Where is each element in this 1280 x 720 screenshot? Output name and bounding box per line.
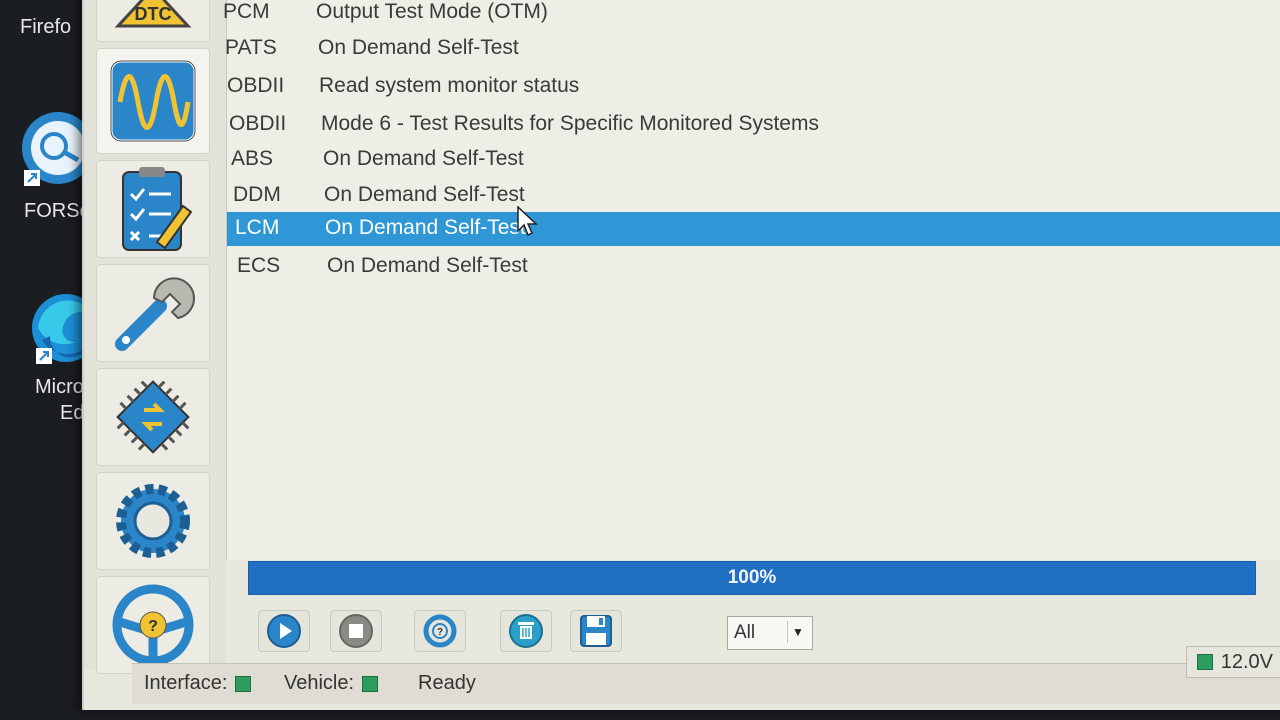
list-item-module: ECS xyxy=(237,254,281,277)
sidebar-item-programming[interactable] xyxy=(96,368,210,466)
dtc-icon-text: DTC xyxy=(135,4,172,24)
edge-icon xyxy=(32,294,100,364)
status-text: Ready xyxy=(418,672,476,694)
filter-select-value: All xyxy=(734,622,756,643)
interface-label: Interface: xyxy=(144,672,228,694)
oscilloscope-icon xyxy=(109,59,197,143)
status-bar: Interface: Vehicle: Ready 12.0V xyxy=(132,646,1280,704)
sidebar-item-service[interactable] xyxy=(96,264,210,362)
help-icon: ? xyxy=(423,614,457,648)
battery-voltage: 12.0V xyxy=(1185,646,1280,678)
list-item[interactable]: OBDII Mode 6 - Test Results for Specific… xyxy=(227,108,1280,142)
list-item-module: OBDII xyxy=(227,74,285,97)
wrench-icon xyxy=(115,277,195,351)
forscan-icon xyxy=(22,112,94,186)
mouse-cursor-icon xyxy=(517,206,538,237)
list-item-description: On Demand Self-Test xyxy=(323,147,524,170)
filter-select[interactable]: All ▼ xyxy=(727,616,813,650)
voltage-value: 12.0V xyxy=(1220,650,1273,673)
stop-icon xyxy=(339,614,373,648)
forscan-window: DTC ? PCM Output Test Mode (OTM) PATS On… xyxy=(82,0,1280,710)
voltage-status-led xyxy=(1196,654,1213,670)
chevron-down-icon[interactable]: ▼ xyxy=(787,621,808,643)
clear-button[interactable] xyxy=(500,610,552,652)
forscan-desktop-icon[interactable]: FORSca xyxy=(18,102,101,232)
sidebar-item-oscilloscope[interactable] xyxy=(96,48,210,154)
help-button[interactable]: ? xyxy=(414,610,466,652)
firefox-desktop-icon[interactable]: Firefo xyxy=(0,0,80,50)
list-item-module: PCM xyxy=(223,0,270,23)
stop-button[interactable] xyxy=(330,610,382,652)
interface-status-led xyxy=(235,675,252,692)
trash-icon xyxy=(509,614,543,648)
progress-bar: 100% xyxy=(248,561,1256,595)
test-list: PCM Output Test Mode (OTM) PATS On Deman… xyxy=(223,0,1280,560)
firefox-label: Firefo xyxy=(20,16,72,38)
sidebar-item-tests[interactable] xyxy=(96,160,210,258)
list-item-module: LCM xyxy=(235,216,280,239)
progress-label: 100% xyxy=(727,567,777,588)
run-button[interactable] xyxy=(258,610,310,652)
list-item-description: Mode 6 - Test Results for Specific Monit… xyxy=(321,112,819,135)
steering-wheel-help-icon: ? xyxy=(112,584,194,666)
list-item[interactable]: PATS On Demand Self-Test xyxy=(225,32,1280,66)
sidebar: DTC ? xyxy=(84,0,226,674)
chip-icon xyxy=(116,380,190,454)
save-button[interactable] xyxy=(570,610,622,652)
vehicle-status-led xyxy=(362,675,379,692)
play-icon xyxy=(267,614,301,648)
sidebar-item-configuration[interactable] xyxy=(96,472,210,570)
list-item[interactable]: ECS On Demand Self-Test xyxy=(227,250,1280,284)
list-item-description: Output Test Mode (OTM) xyxy=(316,0,548,23)
save-icon xyxy=(580,615,612,647)
sidebar-item-dtc[interactable]: DTC xyxy=(96,0,210,42)
list-item-description: Read system monitor status xyxy=(319,74,580,97)
list-item-selected[interactable]: LCM On Demand Self-Test xyxy=(227,212,1280,246)
list-item[interactable]: OBDII Read system monitor status xyxy=(227,70,1280,104)
list-item-description: On Demand Self-Test xyxy=(318,36,519,59)
list-item-description: On Demand Self-Test xyxy=(325,216,526,239)
edge-desktop-icon[interactable]: Microso Edge xyxy=(30,280,107,430)
list-item-module: DDM xyxy=(233,183,281,206)
svg-text:?: ? xyxy=(437,627,443,638)
list-item[interactable]: PCM Output Test Mode (OTM) xyxy=(223,0,1280,30)
list-item-module: OBDII xyxy=(229,112,287,135)
list-item-module: ABS xyxy=(231,147,274,170)
list-item[interactable]: DDM On Demand Self-Test xyxy=(227,179,1280,213)
svg-text:?: ? xyxy=(148,618,158,635)
dtc-icon: DTC xyxy=(114,0,192,28)
checklist-icon xyxy=(122,167,193,251)
list-item-description: On Demand Self-Test xyxy=(324,183,525,206)
sidebar-item-help[interactable]: ? xyxy=(96,576,210,674)
list-item-module: PATS xyxy=(225,36,277,59)
toolbar: ? All ▼ xyxy=(234,602,1280,654)
gear-icon xyxy=(116,484,190,558)
list-item[interactable]: ABS On Demand Self-Test xyxy=(227,143,1280,177)
list-item-description: On Demand Self-Test xyxy=(327,254,528,277)
vehicle-label: Vehicle: xyxy=(284,672,355,694)
